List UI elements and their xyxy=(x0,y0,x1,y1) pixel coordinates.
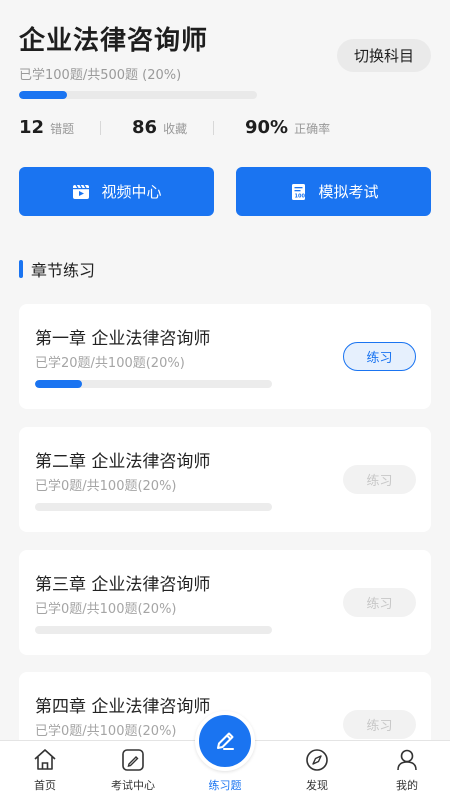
section-title: 章节练习 xyxy=(31,261,96,280)
practice-fab-button[interactable] xyxy=(195,711,255,771)
chapter-progress-text: 已学0题/共100题(20%) xyxy=(35,602,177,617)
tab-home[interactable]: 首页 xyxy=(0,741,90,800)
section-header: 章节练习 xyxy=(19,257,95,281)
tab-mine-label: 我的 xyxy=(396,779,418,792)
compass-icon xyxy=(306,749,328,771)
video-center-label: 视频中心 xyxy=(101,183,162,201)
practice-button[interactable]: 练习 xyxy=(343,342,416,371)
practice-button[interactable]: 练习 xyxy=(343,465,416,494)
chapter-title: 第三章 企业法律咨询师 xyxy=(35,575,211,595)
mock-exam-button[interactable]: 100 模拟考试 xyxy=(236,167,431,216)
overall-progress-fill xyxy=(19,91,67,99)
stats-row: 12 错题 86 收藏 90% 正确率 xyxy=(19,117,431,139)
chapter-progress-bar xyxy=(35,380,272,388)
wrong-count: 12 xyxy=(19,117,45,138)
chapter-progress-fill xyxy=(35,380,83,388)
chapter-title: 第二章 企业法律咨询师 xyxy=(35,452,211,472)
video-icon xyxy=(73,184,90,199)
tab-discover-label: 发现 xyxy=(306,779,328,792)
accuracy-label: 正确率 xyxy=(294,122,331,136)
accuracy-value: 90% xyxy=(245,117,289,138)
chapter-card[interactable]: 第二章 企业法律咨询师 已学0题/共100题(20%) 练习 xyxy=(19,427,431,532)
user-icon xyxy=(397,749,417,771)
practice-button[interactable]: 练习 xyxy=(343,588,416,617)
pencil-icon xyxy=(217,732,234,750)
favorites-stat[interactable]: 86 收藏 xyxy=(132,117,187,138)
chapter-progress-text: 已学0题/共100题(20%) xyxy=(35,479,177,494)
practice-button[interactable]: 练习 xyxy=(343,710,416,739)
tab-exam-center-label: 考试中心 xyxy=(111,779,155,792)
chapter-card[interactable]: 第一章 企业法律咨询师 已学20题/共100题(20%) 练习 xyxy=(19,304,431,409)
wrong-questions-stat[interactable]: 12 错题 xyxy=(19,117,74,138)
chapter-progress-bar xyxy=(35,503,272,511)
chapter-progress-text: 已学20题/共100题(20%) xyxy=(35,356,185,371)
exam-center-icon xyxy=(122,749,144,771)
divider xyxy=(213,121,214,135)
favorites-count: 86 xyxy=(132,117,158,138)
switch-subject-button[interactable]: 切换科目 xyxy=(337,39,431,72)
tab-home-label: 首页 xyxy=(34,779,56,792)
video-center-button[interactable]: 视频中心 xyxy=(19,167,214,216)
favorites-label: 收藏 xyxy=(163,122,188,136)
tab-discover[interactable]: 发现 xyxy=(272,741,362,800)
tab-mine[interactable]: 我的 xyxy=(362,741,450,800)
mock-exam-label: 模拟考试 xyxy=(318,183,379,201)
svg-text:100: 100 xyxy=(295,193,306,199)
exam-paper-icon: 100 xyxy=(292,183,306,200)
tab-exam-center[interactable]: 考试中心 xyxy=(88,741,178,800)
wrong-label: 错题 xyxy=(50,122,75,136)
section-marker xyxy=(19,260,23,278)
chapter-title: 第一章 企业法律咨询师 xyxy=(35,329,211,349)
chapter-progress-bar xyxy=(35,626,272,634)
tab-practice-label: 练习题 xyxy=(208,779,242,792)
overall-progress-bar xyxy=(19,91,257,99)
divider xyxy=(100,121,101,135)
accuracy-stat: 90% 正确率 xyxy=(245,117,330,138)
header: 企业法律咨询师 切换科目 xyxy=(19,20,431,72)
home-icon xyxy=(34,749,56,770)
chapter-progress-text: 已学0题/共100题(20%) xyxy=(35,724,177,739)
overall-progress-text: 已学100题/共500题 (20%) xyxy=(19,68,182,83)
chapter-title: 第四章 企业法律咨询师 xyxy=(35,697,211,717)
chapter-card[interactable]: 第三章 企业法律咨询师 已学0题/共100题(20%) 练习 xyxy=(19,550,431,655)
